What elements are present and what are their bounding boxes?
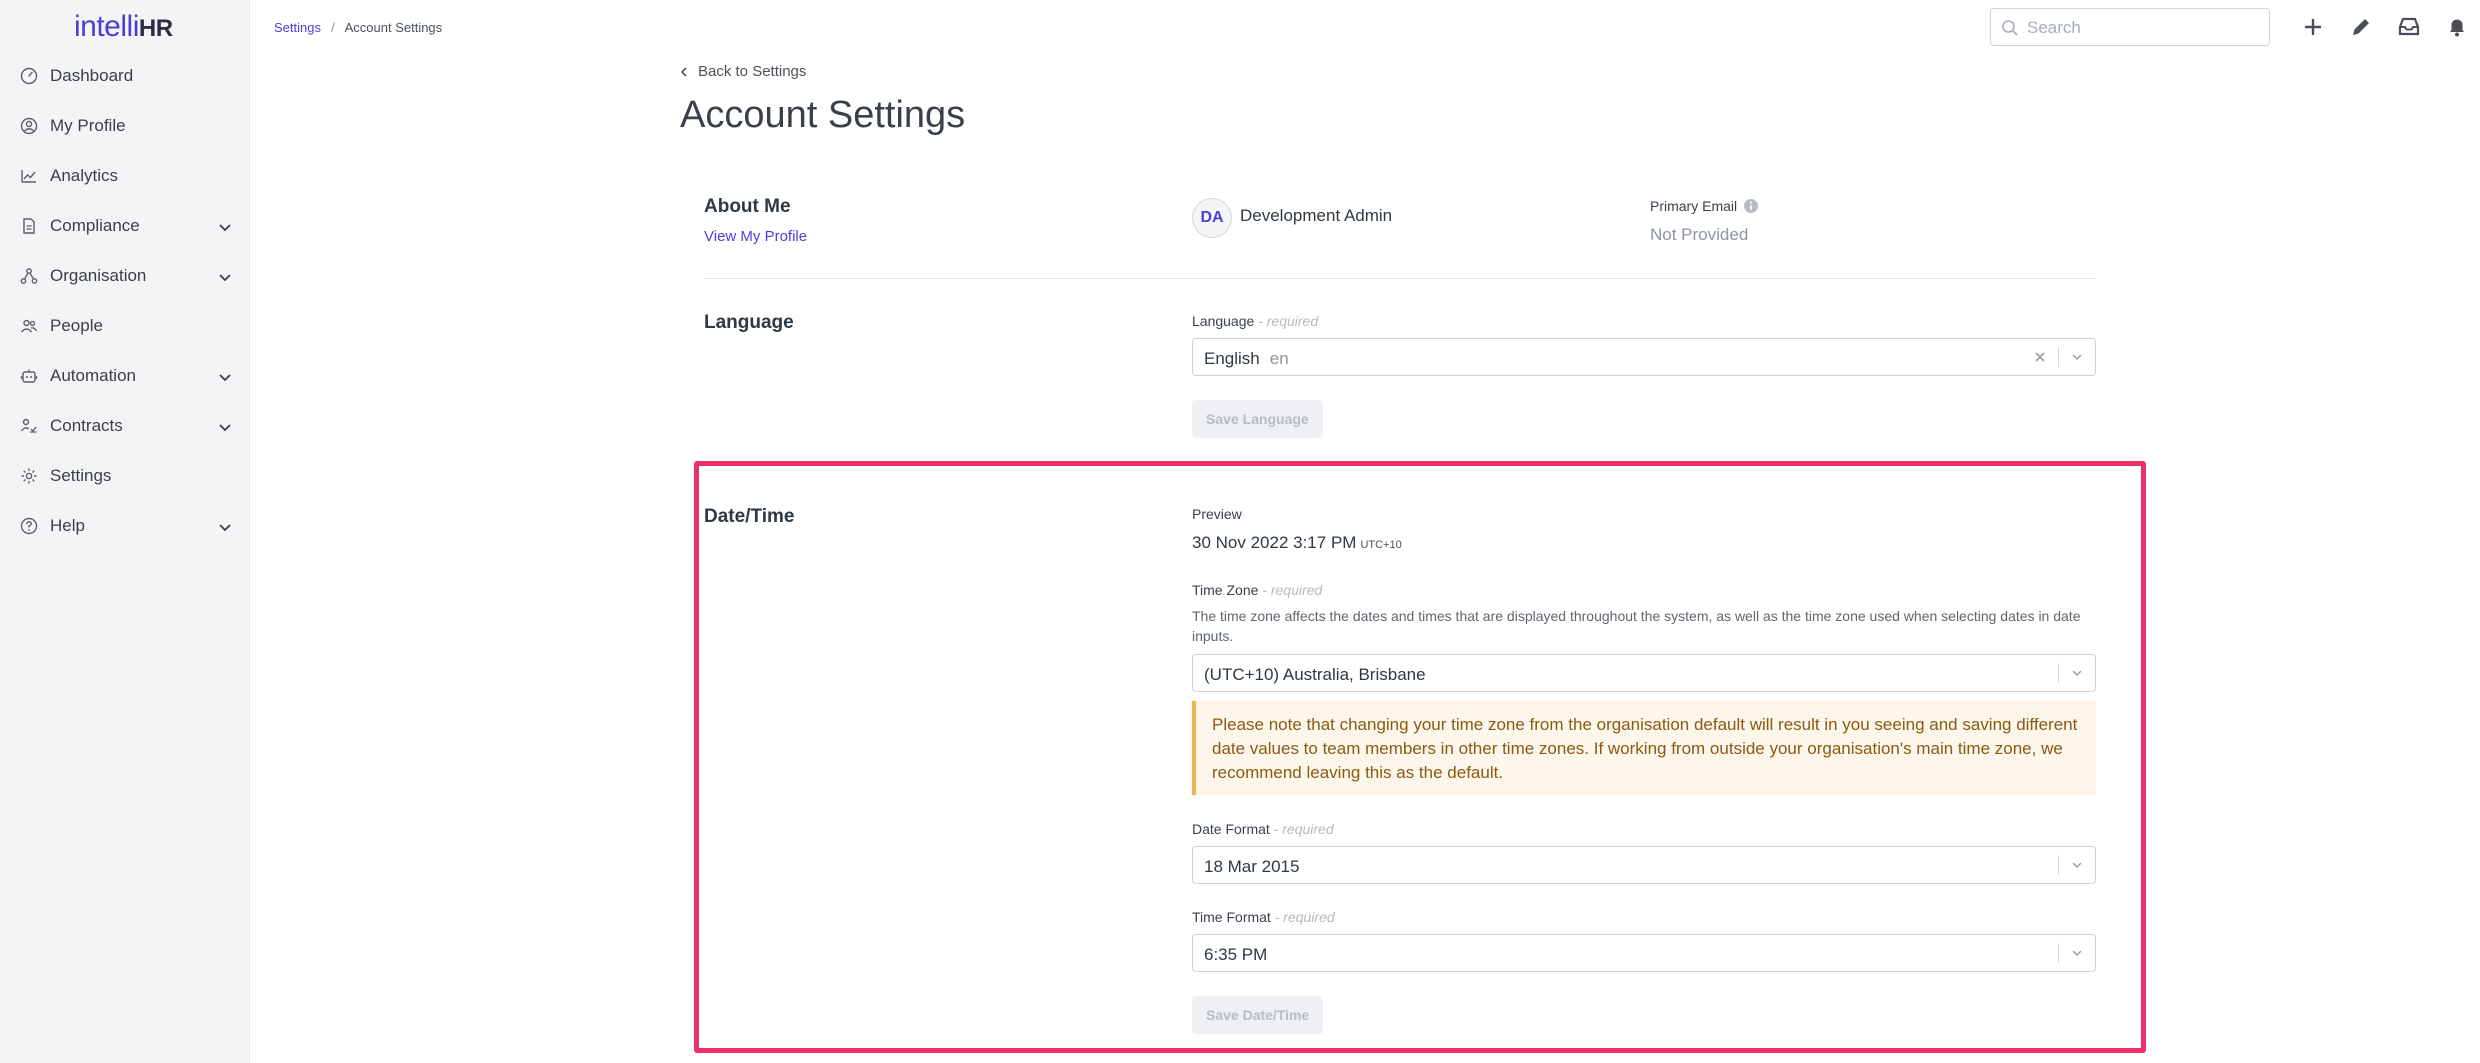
search-box[interactable] [1990,8,2270,46]
search-input[interactable] [2027,16,2257,40]
preview-label: Preview [1192,506,1242,522]
language-field-label: Language - required [1192,313,1319,329]
chevron-down-icon [219,374,231,382]
breadcrumb-settings-link[interactable]: Settings [274,20,321,35]
datetime-section-title: Date/Time [704,506,795,527]
timezone-field-label: Time Zone - required [1192,582,1323,598]
breadcrumb-separator: / [330,20,335,35]
pencil-icon[interactable] [2348,14,2374,40]
chevron-down-icon[interactable] [2069,945,2085,961]
date-format-selected-value: 18 Mar 2015 [1204,857,1300,876]
bell-icon[interactable] [2444,14,2470,40]
search-icon [2002,20,2018,36]
select-separator [2058,663,2059,683]
clear-icon[interactable] [2033,350,2047,364]
chevron-down-icon [219,224,231,232]
view-my-profile-link[interactable]: View My Profile [704,228,807,245]
sidebar-item-analytics[interactable]: Analytics [0,154,250,198]
breadcrumb-current: Account Settings [344,20,443,35]
section-divider [704,278,2096,279]
document-icon [23,218,35,234]
sidebar: intelliHR Dashboard My Profile Analytics… [0,0,250,1063]
about-me-title: About Me [704,196,791,217]
back-label: Back to Settings [698,63,807,80]
required-indicator: - required [1273,821,1334,837]
sidebar-item-label: Organisation [50,266,147,285]
sidebar-item-my-profile[interactable]: My Profile [0,104,250,148]
timezone-select[interactable]: (UTC+10) Australia, Brisbane [1192,654,2096,692]
sidebar-item-label: Dashboard [50,66,134,85]
sidebar-item-automation[interactable]: Automation [0,354,250,398]
language-selected-value: English en [1204,349,1289,368]
chevron-left-icon [680,66,687,77]
language-code: en [1269,349,1289,368]
sidebar-item-label: People [50,316,103,335]
time-format-selected-value: 6:35 PM [1204,945,1268,964]
date-format-field-label: Date Format - required [1192,821,1334,837]
date-format-select[interactable]: 18 Mar 2015 [1192,846,2096,884]
breadcrumb: Settings / Account Settings [274,20,442,35]
time-format-select[interactable]: 6:35 PM [1192,934,2096,972]
timezone-selected-value: (UTC+10) Australia, Brisbane [1204,665,1426,684]
chevron-down-icon [219,524,231,532]
sidebar-item-organisation[interactable]: Organisation [0,254,250,298]
sidebar-item-settings[interactable]: Settings [0,454,250,498]
sidebar-item-label: My Profile [50,116,126,135]
organisation-icon [20,268,38,284]
language-select[interactable]: English en [1192,338,2096,376]
info-icon[interactable] [1743,198,1759,214]
timezone-warning-notice: Please note that changing your time zone… [1192,701,2096,795]
language-section-title: Language [704,312,794,333]
primary-email-label: Primary Email [1650,198,1759,214]
plus-icon[interactable] [2300,14,2326,40]
sidebar-item-dashboard[interactable]: Dashboard [0,54,250,98]
sidebar-item-label: Analytics [50,166,119,185]
primary-email-value: Not Provided [1650,225,1749,244]
analytics-icon [21,170,36,183]
time-format-field-label: Time Format - required [1192,909,1335,925]
page-title: Account Settings [680,94,966,136]
save-language-button[interactable]: Save Language [1192,400,1323,438]
people-icon [20,319,38,333]
preview-value: 30 Nov 2022 3:17 PM UTC+10 [1192,533,1402,552]
sidebar-item-label: Contracts [50,416,123,435]
gear-icon [21,468,37,484]
dashboard-icon [20,67,38,85]
sidebar-item-people[interactable]: People [0,304,250,348]
user-circle-icon [20,117,38,135]
chevron-down-icon[interactable] [2069,857,2085,873]
save-datetime-button[interactable]: Save Date/Time [1192,996,1324,1034]
intellihr-logo[interactable]: intelliHR [74,10,173,44]
robot-icon [20,369,38,383]
select-separator [2058,855,2059,875]
user-name: Development Admin [1240,206,1393,225]
chevron-down-icon[interactable] [2069,349,2085,365]
chevron-down-icon [219,274,231,282]
sidebar-item-label: Automation [50,366,136,385]
required-indicator: - required [1262,582,1323,598]
select-separator [2058,347,2059,367]
sidebar-item-label: Settings [50,466,112,485]
required-indicator: - required [1274,909,1335,925]
chevron-down-icon [219,424,231,432]
sidebar-item-label: Compliance [50,216,140,235]
help-icon [20,517,38,535]
select-separator [2058,943,2059,963]
sidebar-item-contracts[interactable]: Contracts [0,404,250,448]
preview-timezone: UTC+10 [1360,539,1402,551]
sidebar-item-compliance[interactable]: Compliance [0,204,250,248]
contract-signature-icon [20,418,37,433]
sidebar-item-label: Help [50,516,85,535]
required-indicator: - required [1258,313,1319,329]
back-to-settings-link[interactable]: Back to Settings [678,63,806,80]
timezone-help-text: The time zone affects the dates and time… [1192,608,2081,644]
chevron-down-icon[interactable] [2069,665,2085,681]
sidebar-item-help[interactable]: Help [0,504,250,548]
avatar: DA [1192,198,1232,238]
inbox-icon[interactable] [2396,14,2422,40]
